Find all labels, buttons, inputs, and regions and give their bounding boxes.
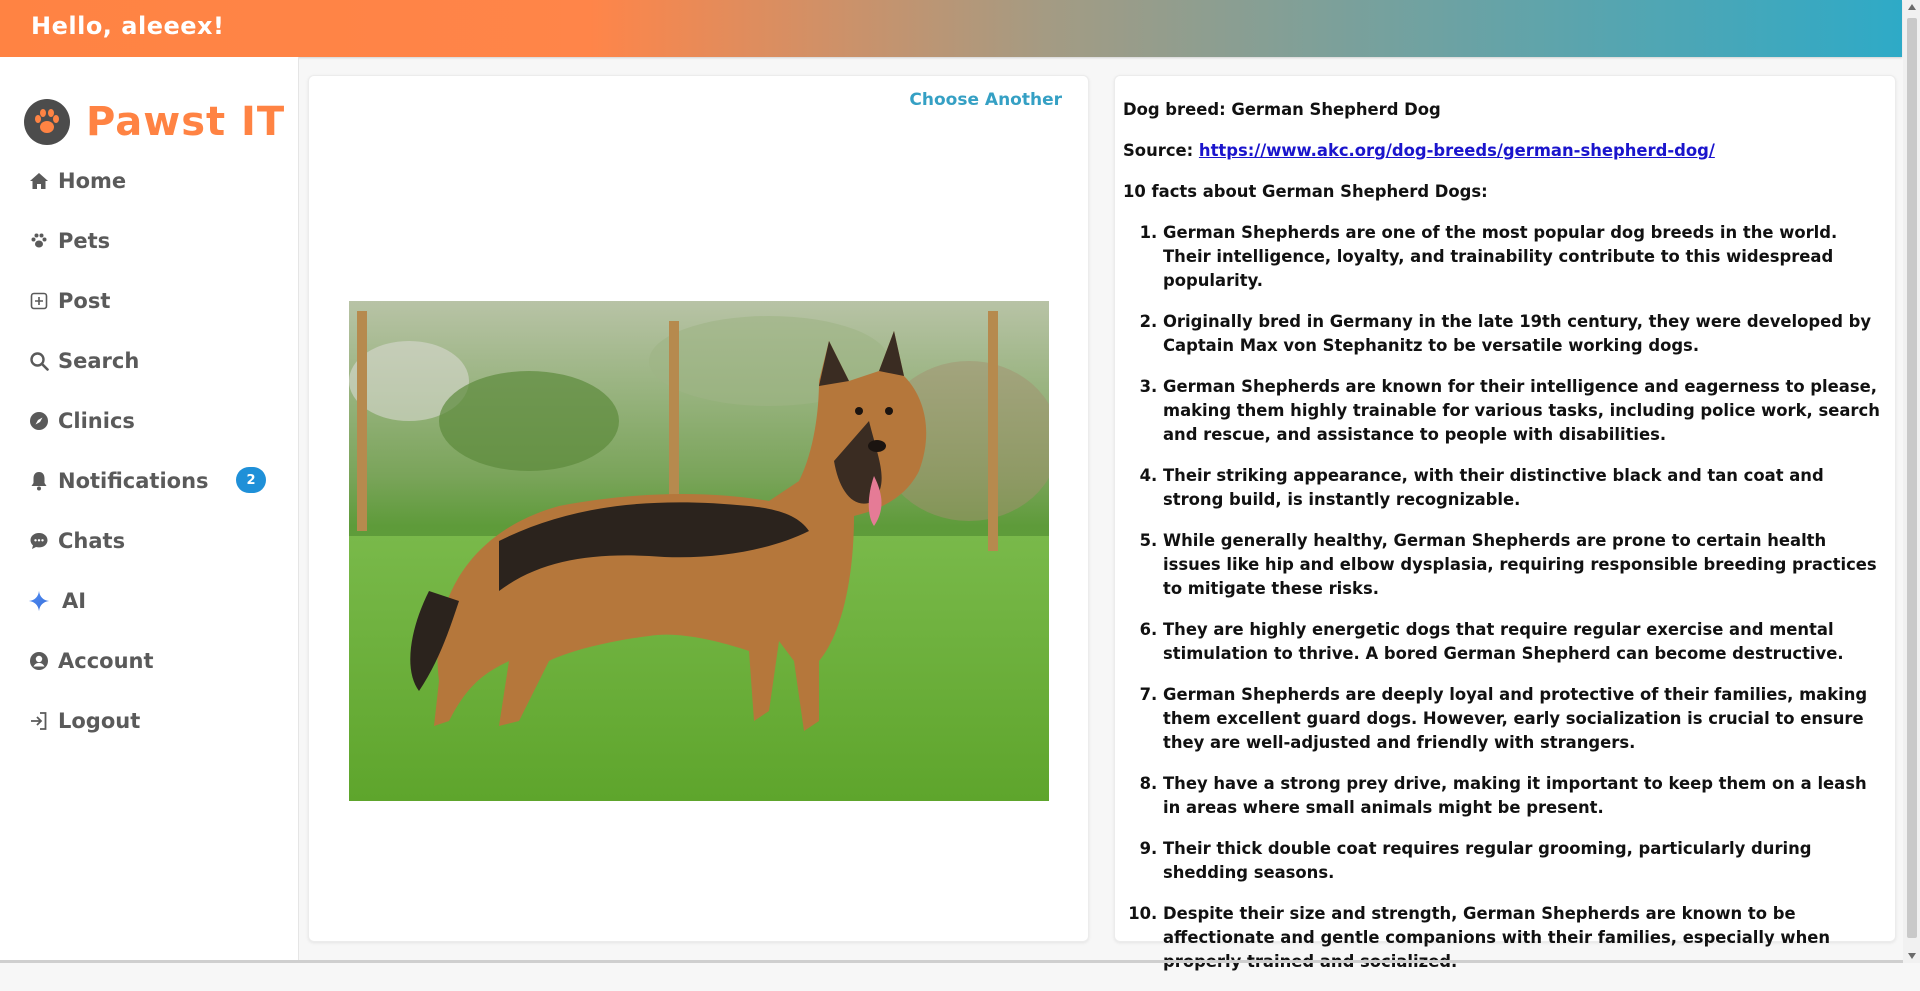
breed-name: German Shepherd Dog	[1231, 100, 1441, 119]
sidebar-item-label: Account	[58, 649, 154, 673]
sidebar-item-ai[interactable]: AI	[28, 583, 268, 619]
paw-icon	[28, 230, 50, 252]
breed-prefix: Dog breed:	[1123, 100, 1232, 119]
fact-item: Their thick double coat requires regular…	[1163, 837, 1883, 885]
source-prefix: Source:	[1123, 141, 1199, 160]
sidebar-item-search[interactable]: Search	[28, 343, 268, 379]
sidebar-item-chats[interactable]: Chats	[28, 523, 268, 559]
sidebar-item-label: Clinics	[58, 409, 135, 433]
facts-heading: 10 facts about German Shepherd Dogs:	[1123, 182, 1488, 201]
user-circle-icon	[28, 650, 50, 672]
bell-icon	[28, 470, 50, 492]
greeting-text: Hello, aleeex!	[31, 12, 225, 40]
choose-another-button[interactable]: Choose Another	[909, 90, 1062, 110]
facts-list: German Shepherds are one of the most pop…	[1123, 221, 1883, 974]
notification-badge: 2	[236, 467, 266, 493]
sidebar-item-label: Notifications	[58, 469, 209, 493]
sidebar-item-label: Home	[58, 169, 127, 193]
home-icon	[28, 170, 50, 192]
sidebar-item-label: AI	[62, 589, 87, 613]
image-panel: Choose Another	[308, 75, 1089, 942]
fact-item: German Shepherds are one of the most pop…	[1163, 221, 1883, 293]
sidebar-item-account[interactable]: Account	[28, 643, 268, 679]
fact-item: They have a strong prey drive, making it…	[1163, 772, 1883, 820]
fact-item: German Shepherds are known for their int…	[1163, 375, 1883, 447]
sidebar-item-pets[interactable]: Pets	[28, 223, 268, 259]
fact-item: They are highly energetic dogs that requ…	[1163, 618, 1883, 666]
search-icon	[28, 350, 50, 372]
sidebar: Pawst IT Home Pets Post Search Clinics N…	[0, 57, 299, 963]
compass-icon	[28, 410, 50, 432]
fact-item: Despite their size and strength, German …	[1163, 902, 1883, 974]
sidebar-item-label: Pets	[58, 229, 111, 253]
fact-item: While generally healthy, German Shepherd…	[1163, 529, 1883, 601]
breed-info-panel: Dog breed: German Shepherd Dog Source: h…	[1114, 75, 1896, 971]
scroll-up-arrow-icon[interactable]	[1908, 4, 1916, 10]
sparkle-icon	[28, 590, 50, 612]
sidebar-item-home[interactable]: Home	[28, 163, 268, 199]
source-line: Source: https://www.akc.org/dog-breeds/g…	[1123, 139, 1883, 163]
chat-icon	[28, 530, 50, 552]
scrollbar-thumb[interactable]	[1907, 18, 1917, 938]
fact-item: German Shepherds are deeply loyal and pr…	[1163, 683, 1883, 755]
brand[interactable]: Pawst IT	[24, 97, 285, 147]
sidebar-item-logout[interactable]: Logout	[28, 703, 268, 739]
source-link[interactable]: https://www.akc.org/dog-breeds/german-sh…	[1199, 141, 1715, 160]
plus-square-icon	[28, 290, 50, 312]
sidebar-item-label: Logout	[58, 709, 141, 733]
page-scrollbar[interactable]	[1903, 0, 1920, 963]
sidebar-item-clinics[interactable]: Clinics	[28, 403, 268, 439]
sidebar-item-notifications[interactable]: Notifications 2	[28, 463, 268, 499]
logout-icon	[28, 710, 50, 732]
paw-icon	[24, 99, 70, 145]
breed-line: Dog breed: German Shepherd Dog	[1123, 98, 1883, 122]
sidebar-item-label: Search	[58, 349, 140, 373]
scroll-down-arrow-icon[interactable]	[1908, 953, 1916, 959]
sidebar-item-post[interactable]: Post	[28, 283, 268, 319]
brand-name: Pawst IT	[86, 99, 286, 145]
fact-item: Originally bred in Germany in the late 1…	[1163, 310, 1883, 358]
breed-info: Dog breed: German Shepherd Dog Source: h…	[1123, 98, 1883, 991]
sidebar-item-label: Post	[58, 289, 111, 313]
top-header: Hello, aleeex!	[0, 0, 1902, 57]
fact-item: Their striking appearance, with their di…	[1163, 464, 1883, 512]
dog-photo	[349, 301, 1049, 801]
sidebar-item-label: Chats	[58, 529, 126, 553]
